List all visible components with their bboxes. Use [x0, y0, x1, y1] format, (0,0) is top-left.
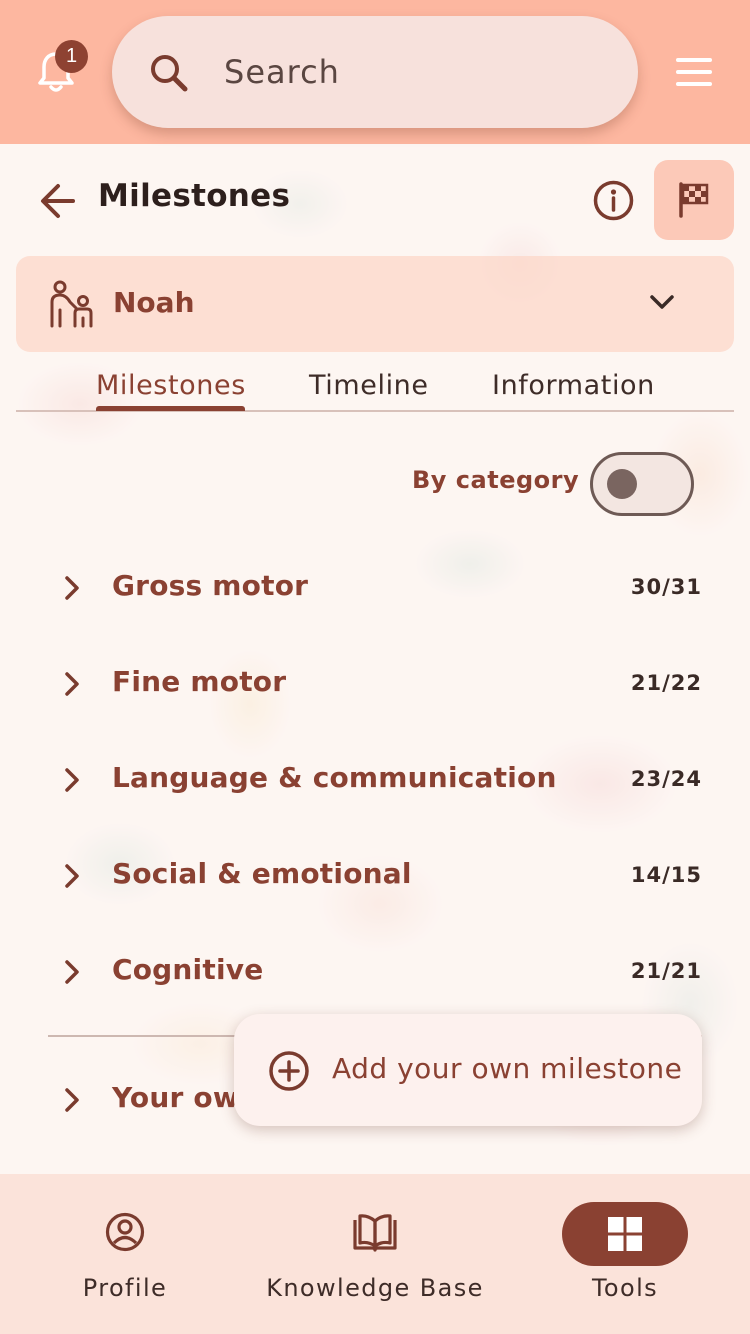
add-own-milestone-label: Add your own milestone — [332, 1052, 683, 1085]
book-icon — [353, 1214, 397, 1252]
nav-label: Tools — [591, 1274, 659, 1302]
by-category-toggle[interactable] — [590, 452, 694, 516]
nav-label: Knowledge Base — [266, 1274, 484, 1302]
category-count: 21/21 — [630, 959, 702, 983]
category-label: Social & emotional — [112, 857, 412, 890]
category-count: 21/22 — [630, 671, 702, 695]
search-bar[interactable] — [112, 16, 638, 128]
hamburger-menu-icon[interactable] — [676, 58, 712, 86]
category-row-social-emotional[interactable]: Social & emotional 14/15 — [48, 845, 702, 905]
profile-icon — [105, 1212, 145, 1252]
tab-milestones[interactable]: Milestones — [96, 370, 246, 401]
chevron-right-icon — [65, 1088, 79, 1112]
tab-timeline[interactable]: Timeline — [309, 370, 429, 401]
active-tab-indicator — [96, 406, 245, 411]
page-title: Milestones — [98, 178, 291, 214]
nav-tools[interactable]: Tools — [500, 1174, 750, 1334]
chevron-right-icon — [65, 576, 79, 600]
search-input[interactable] — [224, 46, 604, 98]
category-row-gross-motor[interactable]: Gross motor 30/31 — [48, 557, 702, 617]
tab-information[interactable]: Information — [492, 370, 655, 401]
add-own-milestone-button[interactable]: Add your own milestone — [234, 1014, 702, 1126]
category-row-language-communication[interactable]: Language & communication 23/24 — [48, 749, 702, 809]
child-selector[interactable]: Noah — [16, 256, 734, 352]
chevron-right-icon — [65, 864, 79, 888]
top-app-bar: 1 — [0, 0, 750, 144]
tab-bar: Milestones Timeline Information — [16, 362, 734, 412]
category-label: Gross motor — [112, 569, 309, 602]
checkered-flag-icon — [679, 182, 709, 218]
category-count: 14/15 — [630, 863, 702, 887]
grid-icon — [608, 1217, 642, 1251]
back-arrow-icon[interactable] — [38, 182, 76, 220]
nav-knowledge-base[interactable]: Knowledge Base — [250, 1174, 500, 1334]
child-name: Noah — [113, 286, 195, 319]
bottom-navigation: Profile Knowledge Base Tools — [0, 1174, 750, 1334]
by-category-label: By category — [412, 466, 580, 494]
chevron-right-icon — [65, 960, 79, 984]
milestone-flag-button[interactable] — [654, 160, 734, 240]
info-icon[interactable] — [592, 179, 635, 222]
chevron-down-icon — [650, 295, 674, 309]
add-circle-icon — [269, 1051, 309, 1091]
category-row-cognitive[interactable]: Cognitive 21/21 — [48, 941, 702, 1001]
search-icon — [151, 55, 188, 92]
category-count: 23/24 — [630, 767, 702, 791]
category-row-fine-motor[interactable]: Fine motor 21/22 — [48, 653, 702, 713]
parent-child-icon — [50, 280, 93, 328]
chevron-right-icon — [65, 672, 79, 696]
category-label: Fine motor — [112, 665, 287, 698]
nav-label: Profile — [82, 1274, 168, 1302]
category-label: Language & communication — [112, 761, 557, 794]
chevron-right-icon — [65, 768, 79, 792]
category-count: 30/31 — [630, 575, 702, 599]
notification-badge: 1 — [55, 40, 88, 73]
category-label: Cognitive — [112, 953, 264, 986]
toggle-knob — [607, 469, 637, 499]
nav-profile[interactable]: Profile — [0, 1174, 250, 1334]
